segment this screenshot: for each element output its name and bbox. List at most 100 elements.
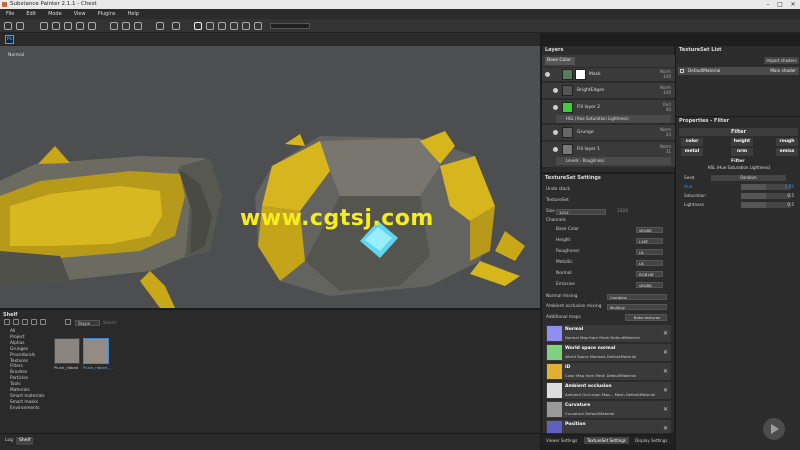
channel-format[interactable]: L16F <box>636 238 663 244</box>
symmetry-tool-icon[interactable] <box>122 22 130 30</box>
filter-resource[interactable]: HSL (Hue Saturation Lightness) <box>684 165 794 171</box>
channel-format[interactable]: RGB16F <box>636 271 663 277</box>
layer-row[interactable]: Mask Norm 100 <box>542 68 675 82</box>
menu-plugins[interactable]: Plugins <box>92 9 122 19</box>
channel-toggle-rough[interactable]: rough <box>776 138 798 146</box>
shelf-undo-icon[interactable] <box>65 319 71 325</box>
bake-textures-button[interactable]: Bake textures <box>625 314 667 321</box>
param-value[interactable]: 0.5 <box>787 193 794 198</box>
tab-log[interactable]: Log <box>2 437 16 445</box>
shelf-search-input[interactable]: Search <box>103 320 163 326</box>
material-view-icon[interactable] <box>218 22 226 30</box>
shelf-list-view-icon[interactable] <box>4 319 10 325</box>
normal-mixing-select[interactable]: Combine <box>607 294 667 300</box>
visibility-eye-icon[interactable] <box>553 88 558 93</box>
layer-effect-row[interactable]: HSL (Hue Saturation Lightness) <box>556 115 671 123</box>
layer-row[interactable]: Fill layer 2 Ovrl 40 HSL (Hue Saturation … <box>542 100 675 124</box>
lightness-slider[interactable] <box>741 202 791 208</box>
remove-map-icon[interactable]: ✕ <box>663 368 668 375</box>
remove-map-icon[interactable]: ✕ <box>663 425 668 432</box>
baked-map-row[interactable]: ID Color Map from Mesh DefaultMaterial ✕ <box>546 363 671 381</box>
eraser-tool-icon[interactable] <box>16 22 24 30</box>
layer-row[interactable]: Fill layer 1 Norm 31 Levels - Roughness <box>542 142 675 168</box>
maximize-button[interactable]: □ <box>774 0 786 9</box>
shelf-item-thumbnail[interactable] <box>54 338 80 364</box>
cube-icon[interactable] <box>230 22 238 30</box>
tab-shelf[interactable]: Shelf <box>16 437 34 445</box>
undo-stack-label[interactable]: Undo stack <box>546 187 570 192</box>
param-value[interactable]: 0.5 <box>787 202 794 207</box>
clone-tool-icon[interactable] <box>76 22 84 30</box>
shelf-filter-tag[interactable]: Skype <box>75 320 100 326</box>
tab-textureset-settings[interactable]: TextureSet Settings <box>584 437 629 444</box>
shelf-new-folder-icon[interactable] <box>40 319 46 325</box>
channel-toggle-height[interactable]: height <box>731 138 753 146</box>
saturation-slider[interactable] <box>741 193 791 199</box>
filter-section-header[interactable]: Filter <box>679 128 798 136</box>
textureset-item[interactable]: DefaultMaterial Main shader <box>678 67 799 75</box>
layer-row[interactable]: BrightEdges Norm 100 <box>542 83 675 99</box>
layout-icon[interactable] <box>206 22 214 30</box>
textureset-shader[interactable]: Main shader <box>770 68 796 73</box>
shelf-category[interactable]: Environments <box>10 406 45 412</box>
menu-mode[interactable]: Mode <box>42 9 68 19</box>
channel-toggle-nrm[interactable]: nrm <box>731 148 753 156</box>
menu-help[interactable]: Help <box>121 9 144 19</box>
baked-map-row[interactable]: Normal Normal Map from Mesh DefaultMateri… <box>546 325 671 343</box>
menu-view[interactable]: View <box>68 9 92 19</box>
lazy-mouse-icon[interactable] <box>134 22 142 30</box>
mirror-tool-icon[interactable] <box>110 22 118 30</box>
import-shaders-button[interactable]: Import shaders <box>764 57 799 64</box>
close-button[interactable]: ✕ <box>787 0 799 9</box>
visibility-eye-icon[interactable] <box>545 72 550 77</box>
toolbar-value-field[interactable] <box>270 23 310 29</box>
remove-map-icon[interactable]: ✕ <box>663 406 668 413</box>
channel-format[interactable]: L8 <box>636 260 663 266</box>
channel-toggle-metal[interactable]: metal <box>681 148 703 156</box>
layer-row[interactable]: Grunge Norm 24 <box>542 125 675 141</box>
baked-map-row[interactable]: Position ✕ <box>546 420 671 434</box>
visibility-eye-icon[interactable] <box>553 105 558 110</box>
grid-icon[interactable] <box>172 22 180 30</box>
remove-map-icon[interactable]: ✕ <box>663 349 668 356</box>
photoshop-export-icon[interactable]: Ps <box>5 35 14 44</box>
picker-tool-icon[interactable] <box>88 22 96 30</box>
hue-slider[interactable] <box>741 184 791 190</box>
baked-map-row[interactable]: Curvature Curvature DefaultMaterial ✕ <box>546 401 671 419</box>
baked-map-row[interactable]: Ambient occlusion Ambient Occlusion Map..… <box>546 382 671 400</box>
render-icon[interactable] <box>254 22 262 30</box>
channel-format[interactable]: L8 <box>636 249 663 255</box>
channel-select[interactable]: Base Color <box>545 57 575 65</box>
layer-effect-row[interactable]: Levels - Roughness <box>556 157 671 165</box>
channel-toggle-color[interactable]: color <box>681 138 703 146</box>
shelf-item-thumbnail[interactable] <box>83 338 109 364</box>
paint-dot-icon[interactable] <box>156 22 164 30</box>
shelf-category[interactable]: Smart materials <box>10 394 45 400</box>
visibility-eye-icon[interactable] <box>553 147 558 152</box>
camera-mode-icon[interactable] <box>194 22 202 30</box>
channel-toggle-emiss[interactable]: emiss <box>776 148 798 156</box>
textureset-checkbox[interactable] <box>680 69 684 73</box>
channel-format[interactable]: sRGB8 <box>636 282 663 288</box>
geometry-tool-icon[interactable] <box>52 22 60 30</box>
size-select[interactable]: 1024 <box>556 209 606 215</box>
projection-tool-icon[interactable] <box>40 22 48 30</box>
baked-map-row[interactable]: World space normal World Space Normals De… <box>546 344 671 362</box>
shelf-large-view-icon[interactable] <box>22 319 28 325</box>
shelf-grid-view-icon[interactable] <box>13 319 19 325</box>
seed-random-button[interactable]: Random <box>711 175 786 181</box>
menu-file[interactable]: File <box>0 9 20 19</box>
minimize-button[interactable]: – <box>762 0 774 9</box>
channel-format[interactable]: sRGB8 <box>636 227 663 233</box>
remove-map-icon[interactable]: ✕ <box>663 330 668 337</box>
paint-tool-icon[interactable] <box>4 22 12 30</box>
ao-mixing-select[interactable]: Multiply <box>607 304 667 310</box>
menu-edit[interactable]: Edit <box>20 9 42 19</box>
3d-viewport[interactable]: Normal www.cgtsj.com <box>0 46 540 308</box>
smudge-tool-icon[interactable] <box>64 22 72 30</box>
shelf-import-icon[interactable] <box>31 319 37 325</box>
remove-map-icon[interactable]: ✕ <box>663 387 668 394</box>
visibility-eye-icon[interactable] <box>553 130 558 135</box>
tab-display-settings[interactable]: Display Settings <box>632 437 670 444</box>
tab-viewer-settings[interactable]: Viewer Settings <box>543 437 580 444</box>
